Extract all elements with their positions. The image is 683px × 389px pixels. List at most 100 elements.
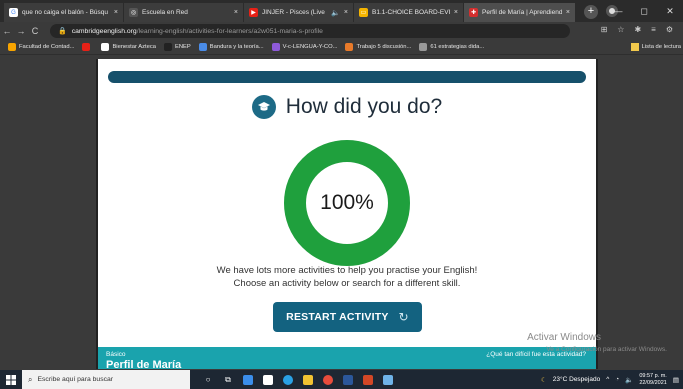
- new-tab-button[interactable]: +: [584, 5, 598, 19]
- windows-taskbar: ⌕ Escribe aquí para buscar ○ ⧉ ☾ 23°C De…: [0, 370, 683, 389]
- bookmark-favicon-icon: [419, 43, 428, 51]
- close-window-button[interactable]: ✕: [657, 6, 683, 17]
- tab-close-icon[interactable]: ×: [454, 9, 458, 16]
- taskbar-app-powerpoint[interactable]: [358, 370, 378, 389]
- page-viewport: How did you do? 100% We have lots more a…: [0, 56, 683, 369]
- browser-tab[interactable]: ✚ Perfil de María | Aprendiend ×: [464, 3, 576, 22]
- system-tray: ☾ 23°C Despejado ^ ◔ 🔈 09:57 p. m. 22/09…: [541, 370, 679, 389]
- tab-close-icon[interactable]: ×: [234, 9, 238, 16]
- url-path: /learning-english/activities-for-learner…: [136, 27, 323, 35]
- activate-windows-title: Activar Windows: [527, 332, 601, 343]
- bookmark-favicon-icon: [8, 43, 16, 51]
- bookmark-favicon-icon: [271, 43, 280, 51]
- tray-chevron-icon[interactable]: ^: [606, 376, 609, 383]
- window-controls: — ◻ ✕: [605, 0, 683, 22]
- bookmark-label: V-c-LENGUA-Y-CO...: [282, 44, 338, 50]
- minimize-button[interactable]: —: [605, 6, 631, 16]
- activity-card: How did you do? 100% We have lots more a…: [96, 59, 598, 369]
- task-view-icon[interactable]: ⧉: [218, 370, 238, 389]
- weather-text[interactable]: 23°C Despejado: [553, 376, 600, 383]
- activity-footer: Básico ¿Qué tan difícil fue esta activid…: [98, 347, 596, 369]
- maximize-button[interactable]: ◻: [631, 6, 657, 17]
- bookmark-item[interactable]: Bienestar Azteca: [101, 43, 156, 51]
- bookmark-item[interactable]: V-c-LENGUA-Y-CO...: [271, 43, 338, 51]
- bookmark-item[interactable]: Trabajo 5 discusión...: [345, 43, 411, 51]
- taskbar-app-1[interactable]: [238, 370, 258, 389]
- notifications-icon[interactable]: ▤: [673, 376, 679, 384]
- taskbar-app-teams[interactable]: [378, 370, 398, 389]
- search-placeholder: Escribe aquí para buscar: [37, 376, 114, 383]
- restart-label: RESTART ACTIVITY: [286, 311, 389, 323]
- taskbar-app-explorer[interactable]: [298, 370, 318, 389]
- search-icon: ⌕: [28, 374, 33, 384]
- bookmark-favicon-icon: [345, 43, 354, 51]
- clock[interactable]: 09:57 p. m. 22/09/2021: [639, 373, 667, 387]
- browser-tab[interactable]: ▶ JINJER - Pisces (Live Ses 🔈 ×: [244, 3, 354, 22]
- reading-list[interactable]: Lista de lectura: [630, 43, 681, 51]
- cortana-icon[interactable]: ○: [198, 370, 218, 389]
- address-bar-row: ← → C 🔒 cambridgeenglish.org /learning-e…: [0, 22, 683, 40]
- bookmark-item[interactable]: 61 estrategias dida...: [419, 43, 484, 51]
- clock-date: 22/09/2021: [639, 379, 667, 386]
- network-icon[interactable]: ◔: [615, 376, 619, 383]
- bookmark-item[interactable]: ENEP: [163, 43, 191, 51]
- bookmark-item[interactable]: Bandura y la teoría...: [198, 43, 264, 51]
- result-heading: How did you do?: [98, 95, 596, 119]
- bookmark-label: Trabajo 5 discusión...: [356, 44, 412, 50]
- translate-icon[interactable]: ⊞: [601, 25, 608, 34]
- result-message: We have lots more activities to help you…: [98, 264, 596, 290]
- tab-title: Escuela en Red: [142, 9, 188, 16]
- volume-icon[interactable]: 🔈: [625, 376, 633, 384]
- browser-tab-strip: Gque no caiga el balón - Búsqu × ◎ Escuela …: [0, 0, 683, 22]
- tab-title: JINJER - Pisces (Live Ses: [262, 9, 327, 16]
- reload-icon[interactable]: C: [28, 26, 42, 36]
- forward-arrow-icon[interactable]: →: [14, 26, 28, 36]
- level-label: Básico: [106, 351, 126, 358]
- tab-title: que no caiga el balón - Búsqu: [22, 9, 109, 16]
- media-icon[interactable]: ≡: [651, 25, 656, 34]
- tab-audio-icon[interactable]: 🔈: [331, 9, 340, 17]
- taskbar-app-chrome[interactable]: [318, 370, 338, 389]
- taskbar-search-input[interactable]: ⌕ Escribe aquí para buscar: [22, 370, 190, 389]
- tab-favicon-icon: ◎: [129, 8, 138, 17]
- activate-windows-subtitle: Ve a Configuración para activar Windows.: [546, 346, 667, 353]
- bookmark-favicon-icon: [198, 43, 207, 51]
- score-percentage: 100%: [320, 191, 374, 214]
- tab-favicon-icon: ✚: [469, 8, 478, 17]
- tab-close-icon[interactable]: ×: [114, 9, 118, 16]
- bookmark-item[interactable]: Facultad de Contad...: [8, 43, 74, 51]
- extensions-icon[interactable]: ✱: [634, 25, 641, 34]
- bookmark-label: ENEP: [174, 44, 191, 50]
- star-bookmark-icon[interactable]: ☆: [617, 25, 624, 34]
- tab-favicon-icon: G: [9, 8, 18, 17]
- tab-favicon-icon: ▶: [249, 8, 258, 17]
- clock-time: 09:57 p. m.: [639, 372, 667, 379]
- browser-tab[interactable]: ◎ Escuela en Red ×: [124, 3, 244, 22]
- reading-list-label: Lista de lectura: [641, 44, 681, 50]
- url-host: cambridgeenglish.org: [71, 27, 137, 35]
- bookmark-item[interactable]: [82, 43, 93, 51]
- url-field[interactable]: 🔒 cambridgeenglish.org /learning-english…: [50, 24, 570, 38]
- bookmark-label: Bienestar Azteca: [112, 44, 156, 50]
- refresh-icon: ↻: [398, 310, 409, 324]
- back-arrow-icon[interactable]: ←: [0, 26, 14, 36]
- taskbar-app-store[interactable]: [258, 370, 278, 389]
- restart-activity-button[interactable]: RESTART ACTIVITY ↻: [273, 302, 422, 332]
- taskbar-app-edge[interactable]: [278, 370, 298, 389]
- reading-list-icon: [630, 43, 639, 51]
- taskbar-app-word[interactable]: [338, 370, 358, 389]
- start-button[interactable]: [0, 370, 22, 389]
- bookmark-favicon-icon: [163, 43, 172, 51]
- progress-bar: [108, 71, 586, 83]
- account-icon[interactable]: ⚙: [666, 25, 673, 34]
- message-line-2: Choose an activity below or search for a…: [233, 278, 461, 289]
- browser-tab[interactable]: ▭ B1.1-CHOICE BOARD-EVIDE ×: [354, 3, 464, 22]
- browser-tab[interactable]: Gque no caiga el balón - Búsqu ×: [4, 3, 124, 22]
- tab-close-icon[interactable]: ×: [344, 9, 348, 16]
- bookmarks-bar: Facultad de Contad... Bienestar Azteca ENE…: [0, 40, 683, 55]
- bookmark-label: Bandura y la teoría...: [209, 44, 264, 50]
- bookmark-label: 61 estrategias dida...: [430, 44, 485, 50]
- footer-activity-title: Perfil de María: [106, 359, 182, 369]
- page-title: How did you do?: [285, 95, 443, 118]
- tab-close-icon[interactable]: ×: [566, 9, 570, 16]
